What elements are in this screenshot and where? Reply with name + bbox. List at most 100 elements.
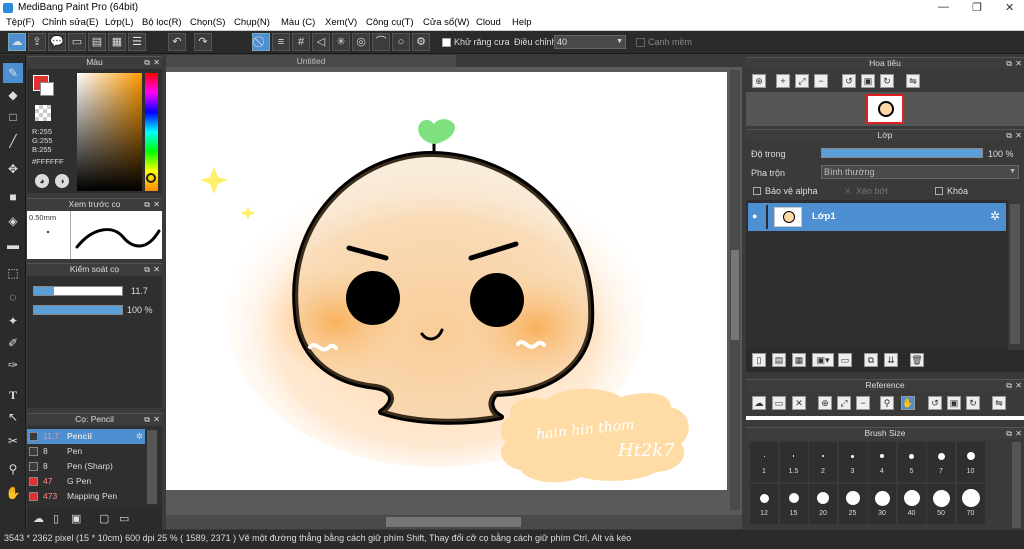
eyedropper-tool-icon[interactable]: ⚲	[3, 459, 23, 479]
brush-tool-icon[interactable]: ✎	[3, 63, 23, 83]
brush-size-option[interactable]: 5	[897, 442, 926, 482]
document-icon[interactable]: ▤	[88, 33, 106, 51]
brush-size-option[interactable]: 30	[868, 484, 896, 524]
brush-size-option[interactable]: 3	[838, 442, 867, 482]
fit-icon[interactable]: ⤢	[795, 74, 809, 88]
rectangle-tool-icon[interactable]: □	[3, 107, 23, 127]
snap-off-icon[interactable]: ⃠	[252, 33, 270, 51]
transparent-swatch[interactable]	[35, 105, 51, 121]
rotate-right-icon[interactable]: ↻	[966, 396, 980, 410]
popout-icon[interactable]: ⧉	[144, 57, 150, 68]
zoom-in-icon[interactable]: ⊕	[818, 396, 832, 410]
saturation-value-picker[interactable]	[77, 73, 142, 191]
redo-icon[interactable]: ↷	[194, 33, 212, 51]
grid-snap-icon[interactable]: #	[292, 33, 310, 51]
layer-opacity-slider[interactable]	[821, 148, 983, 158]
menu-layer[interactable]: Lớp(L)	[105, 17, 133, 28]
menu-help[interactable]: Help	[512, 17, 532, 28]
brush-size-option[interactable]: 1.5	[779, 442, 808, 482]
delete-layer-icon[interactable]: 🗑	[910, 353, 924, 367]
protect-alpha-checkbox[interactable]	[753, 187, 761, 195]
menu-filter[interactable]: Bộ lọc(R)	[142, 17, 182, 28]
circle-snap-icon[interactable]: ◎	[352, 33, 370, 51]
fit-window-icon[interactable]: ▣	[947, 396, 961, 410]
move-tool-icon[interactable]: ✥	[3, 159, 23, 179]
brush-size-option[interactable]: 20	[809, 484, 837, 524]
cloud-icon[interactable]: ☁	[8, 33, 26, 51]
brush-size-option[interactable]: 4	[868, 442, 896, 482]
brush-row-mapping-pen[interactable]: 473 Mapping Pen	[27, 489, 145, 504]
fit-window-icon[interactable]: ▣	[861, 74, 875, 88]
eraser-tool-icon[interactable]: ◆	[3, 85, 23, 105]
color-history-icon[interactable]: ◑	[55, 174, 69, 188]
layer-row-1[interactable]: ● Lớp1 ✲	[748, 203, 1006, 231]
gear-icon[interactable]: ✲	[990, 209, 1000, 223]
popout-icon[interactable]: ⧉	[144, 199, 150, 210]
brush-size-option[interactable]: 10	[956, 442, 985, 482]
adjust-select[interactable]: 40 ▼	[554, 35, 626, 49]
eyedropper-icon[interactable]: ⚲	[880, 396, 894, 410]
popout-icon[interactable]: ⧉	[1006, 428, 1012, 439]
new-layer-icon[interactable]: ▯	[752, 353, 766, 367]
menu-edit[interactable]: Chỉnh sửa(E)	[42, 17, 99, 28]
folder-icon[interactable]: ▭	[119, 512, 129, 525]
hue-handle[interactable]	[146, 173, 156, 183]
close-reference-icon[interactable]: ✕	[792, 396, 806, 410]
brush-opacity-slider[interactable]	[33, 305, 123, 315]
select-pen-icon[interactable]: ✐	[3, 333, 23, 353]
lock-checkbox[interactable]	[935, 187, 943, 195]
add-brush-icon[interactable]: ▣	[71, 512, 81, 525]
close-icon[interactable]: ✕	[153, 57, 160, 68]
parallel-snap-icon[interactable]: ≡	[272, 33, 290, 51]
brush-size-option[interactable]: 70	[956, 484, 985, 524]
close-icon[interactable]: ✕	[1015, 130, 1022, 141]
gradient-tool-icon[interactable]: ▬	[3, 235, 23, 255]
lasso-tool-icon[interactable]: ◌	[3, 287, 23, 307]
chat-icon[interactable]: 💬	[48, 33, 66, 51]
comment-icon[interactable]: ▭	[68, 33, 86, 51]
close-icon[interactable]: ✕	[1005, 1, 1014, 14]
fill-rect-tool-icon[interactable]: ■	[3, 187, 23, 207]
popout-icon[interactable]: ⧉	[144, 414, 150, 425]
folder-icon[interactable]: ▭	[838, 353, 852, 367]
palette-icon[interactable]: ◕	[35, 174, 49, 188]
menu-color[interactable]: Màu (C)	[281, 17, 315, 28]
add-layer-menu-icon[interactable]: ▣▾	[812, 353, 834, 367]
brush-size-option[interactable]: 1	[750, 442, 778, 482]
drawing-canvas[interactable]: hain hin thom Ht2k7	[166, 72, 727, 490]
document-tab[interactable]: Untitled	[166, 55, 456, 67]
zoom-plus-icon[interactable]: +	[776, 74, 790, 88]
eye-icon[interactable]: ●	[752, 211, 757, 221]
horizontal-scroll-thumb[interactable]	[386, 517, 521, 527]
divide-tool-icon[interactable]: ✂	[3, 431, 23, 451]
new-halftone-layer-icon[interactable]: ▤	[772, 353, 786, 367]
rotate-right-icon[interactable]: ↻	[880, 74, 894, 88]
cloud-brush-icon[interactable]: ☁	[33, 512, 44, 525]
menu-tools[interactable]: Công cụ(T)	[366, 17, 414, 28]
brush-size-option[interactable]: 50	[927, 484, 955, 524]
upload-icon[interactable]: ⇪	[28, 33, 46, 51]
menu-select[interactable]: Chọn(S)	[190, 17, 225, 28]
close-icon[interactable]: ✕	[153, 199, 160, 210]
select-eraser-icon[interactable]: ✑	[3, 355, 23, 375]
gear-icon[interactable]: ✲	[136, 429, 143, 444]
perspective-snap-icon[interactable]: ◁	[312, 33, 330, 51]
dot-tool-icon[interactable]: ╱	[3, 131, 23, 151]
zoom-out-icon[interactable]: −	[856, 396, 870, 410]
list-icon[interactable]: ☰	[128, 33, 146, 51]
layer-scrollbar[interactable]	[1010, 204, 1020, 344]
horizontal-scrollbar[interactable]	[166, 515, 742, 529]
popout-icon[interactable]: ⧉	[1006, 380, 1012, 391]
menu-view[interactable]: Xem(V)	[325, 17, 357, 28]
brush-row-g-pen[interactable]: 47 G Pen	[27, 474, 145, 489]
popout-icon[interactable]: ⧉	[144, 264, 150, 275]
brush-size-option[interactable]: 25	[838, 484, 867, 524]
antialias-checkbox[interactable]	[442, 38, 451, 47]
rotate-left-icon[interactable]: ↺	[842, 74, 856, 88]
settings-snap-icon[interactable]: ⚙	[412, 33, 430, 51]
duplicate-layer-icon[interactable]: ⧉	[864, 353, 878, 367]
vertical-scrollbar[interactable]	[730, 70, 740, 510]
menu-cloud[interactable]: Cloud	[476, 17, 501, 28]
brush-size-option[interactable]: 2	[809, 442, 837, 482]
ellipse-snap-icon[interactable]: ○	[392, 33, 410, 51]
